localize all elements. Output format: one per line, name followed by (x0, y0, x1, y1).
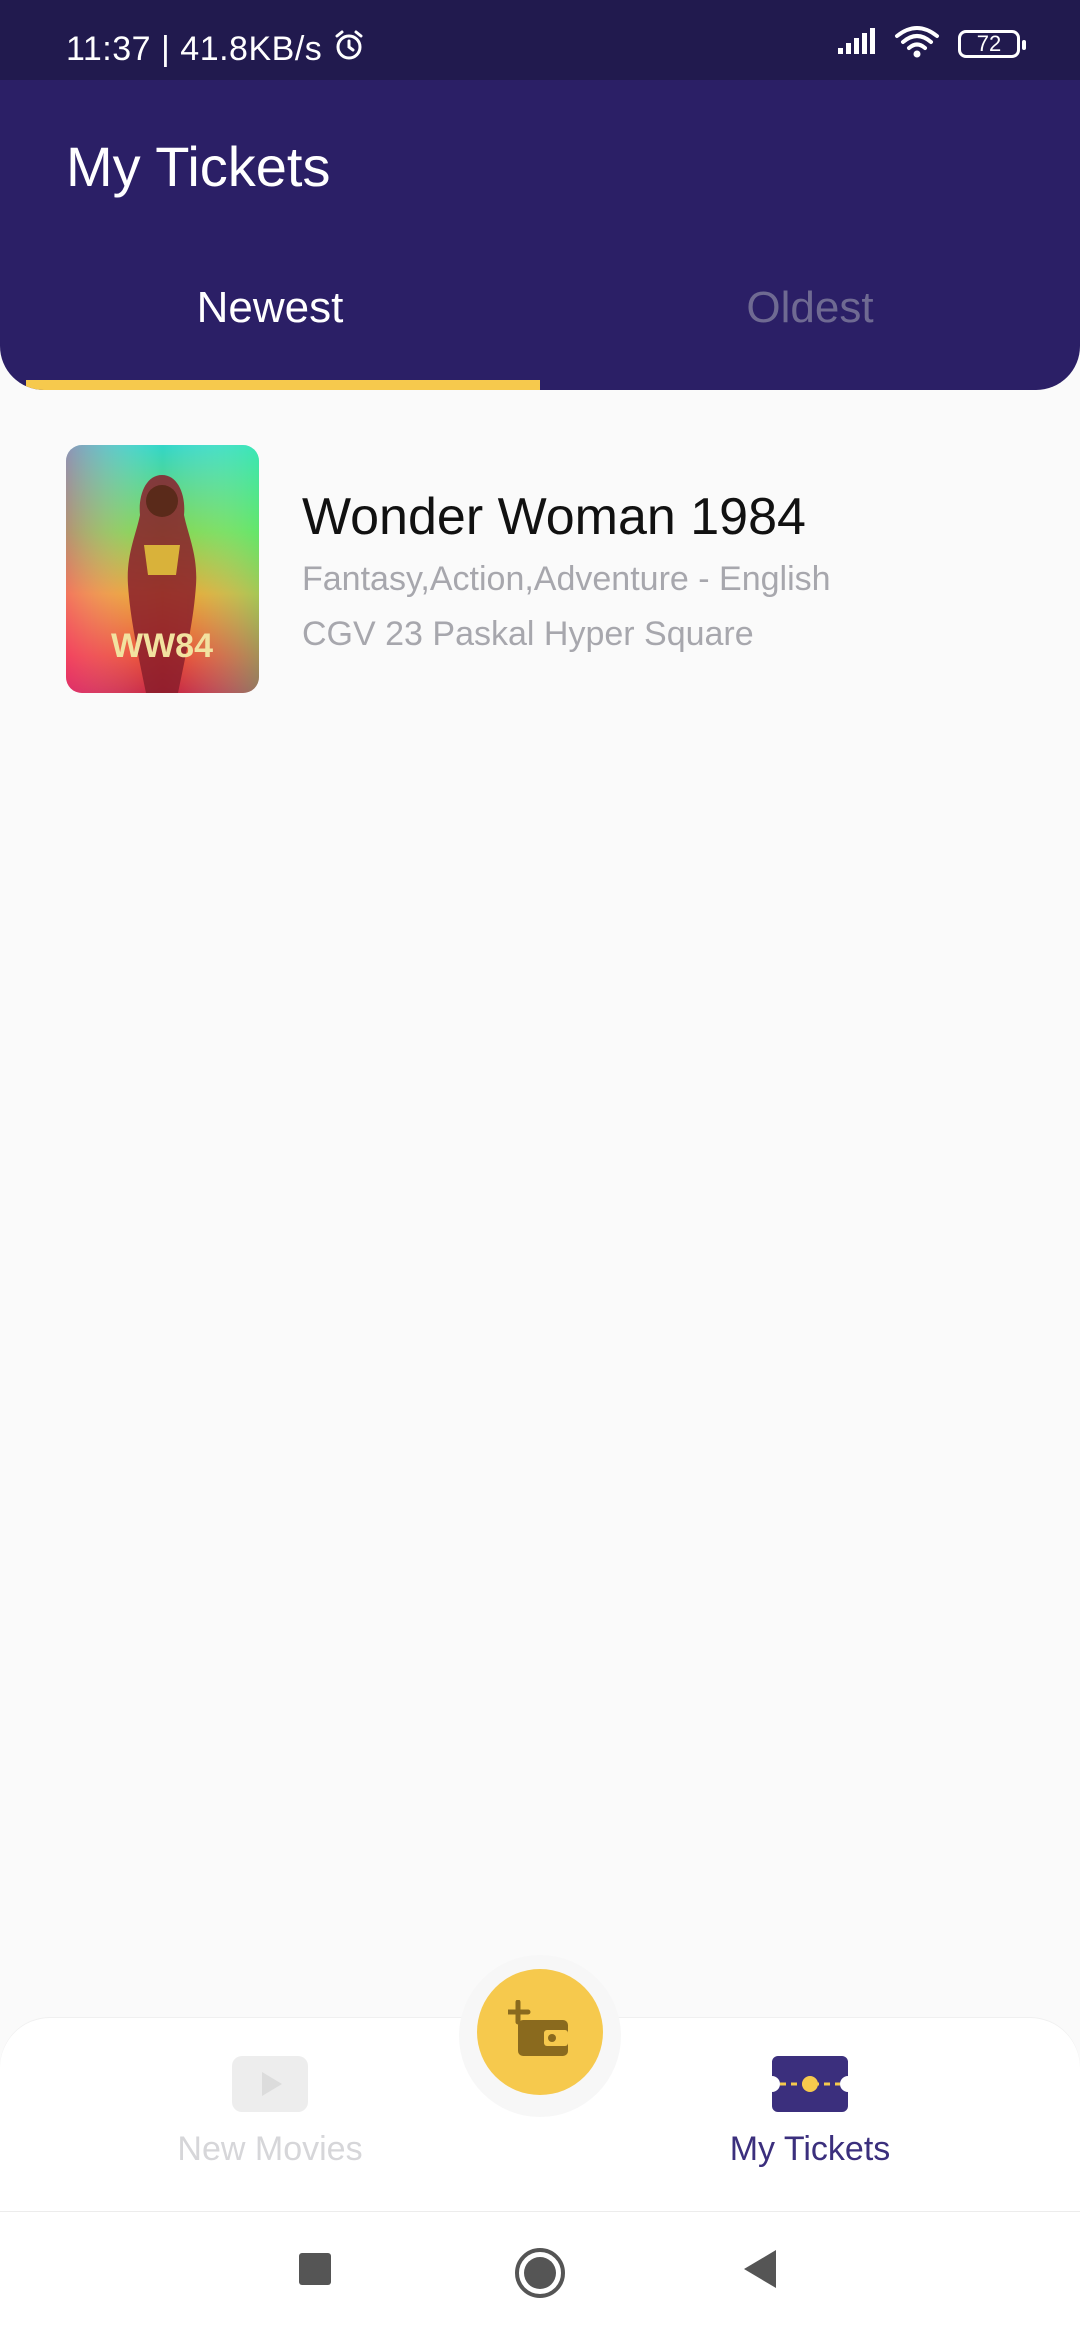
nav-label-my-tickets: My Tickets (729, 2130, 891, 2168)
signal-icon (836, 26, 876, 61)
movie-poster: WW84 (66, 445, 259, 693)
recent-apps-button[interactable] (298, 2252, 332, 2291)
add-wallet-button[interactable] (477, 1969, 603, 2095)
status-time-text: 11:37 | 41.8KB/s (66, 30, 323, 68)
back-button[interactable] (742, 2248, 778, 2295)
status-bar: 11:37 | 41.8KB/s 72 (0, 0, 1080, 80)
tab-oldest[interactable]: Oldest (540, 283, 1080, 333)
movie-genre: Fantasy,Action,Adventure - English (302, 560, 831, 598)
movie-title: Wonder Woman 1984 (302, 488, 806, 546)
play-icon (232, 2056, 308, 2112)
system-nav-bar (0, 2211, 1080, 2341)
ticket-list-item[interactable]: WW84 Wonder Woman 1984 Fantasy,Action,Ad… (66, 445, 1026, 695)
poster-logo: WW84 (111, 627, 213, 665)
tab-newest[interactable]: Newest (0, 283, 540, 333)
nav-new-movies[interactable]: New Movies (0, 2056, 540, 2169)
page-title: My Tickets (66, 135, 331, 198)
alarm-icon (332, 28, 366, 71)
status-time: 11:37 | 41.8KB/s (66, 28, 366, 71)
nav-label-new-movies: New Movies (177, 2130, 363, 2168)
add-wallet-icon (505, 1999, 572, 2065)
ticket-icon (772, 2056, 848, 2112)
tab-indicator (26, 380, 540, 390)
nav-my-tickets[interactable]: My Tickets (540, 2056, 1080, 2169)
home-button[interactable] (513, 2246, 567, 2305)
status-icons: 72 (836, 24, 1026, 63)
app-header: My Tickets Newest Oldest (0, 80, 1080, 390)
movie-cinema: CGV 23 Paskal Hyper Square (302, 615, 754, 653)
wifi-icon (894, 24, 940, 63)
battery-icon: 72 (958, 29, 1026, 58)
battery-level: 72 (976, 30, 1002, 56)
